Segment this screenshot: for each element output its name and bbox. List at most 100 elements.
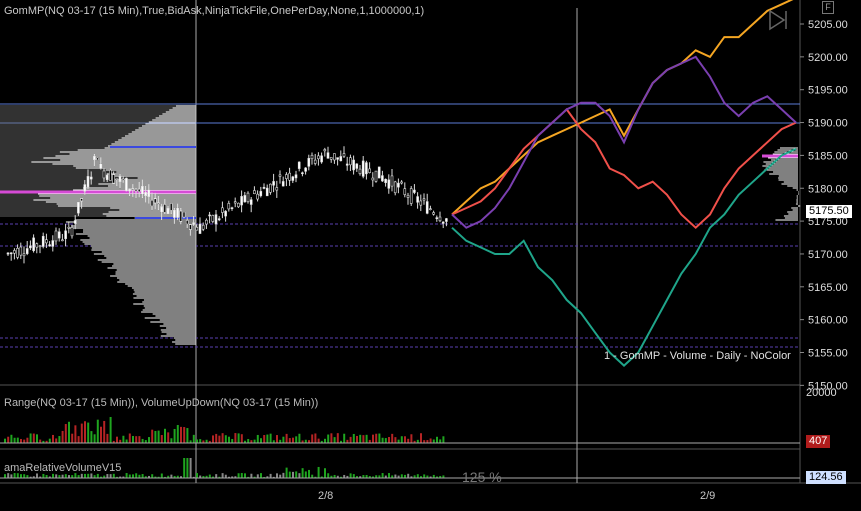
candle-body [35,243,39,248]
candle-body [429,208,432,211]
relvol-bar [189,458,192,478]
play-icon[interactable] [769,9,787,31]
chart-canvas[interactable]: 5205.00 5200.00 5195.00 5190.00 5185.00 5180.… [0,0,861,511]
volume-bar [356,435,358,443]
candle-body [265,187,269,197]
candle-body [281,181,285,187]
candle-body [249,199,253,205]
volume-bar [32,433,35,443]
volume-bar [253,439,256,443]
volume-bar [298,433,301,443]
candle-body [134,189,138,192]
f-button[interactable]: F [822,1,834,14]
candle-body [86,176,90,188]
candle-body [54,230,58,242]
candle-body [169,203,173,211]
candle-body [304,167,307,172]
volume-bar [186,428,189,443]
relvol-bar [55,474,58,478]
candle-body [253,190,256,195]
volume-bar [151,429,154,443]
relvol-bar [215,474,218,478]
volume-bar [343,433,346,443]
candle-body [336,157,339,160]
price-tick-label: 5185.00 [808,150,848,162]
candle-body [320,155,323,163]
volume-bar [13,437,16,443]
indicator-line [451,0,794,216]
candle-body [409,188,413,204]
volume-bar [132,435,134,443]
indicator-lines [451,0,797,367]
relvol-bar [288,471,291,478]
relvol-bar [96,473,99,478]
candle-body [406,194,410,198]
volume-bar [167,432,170,443]
indicator-line [451,55,797,229]
volume-bar [77,436,80,443]
candle-body [422,198,426,201]
relvol-bar [276,473,278,478]
relvol-bar [10,474,13,478]
volume-bar [381,437,384,443]
candle-body [176,207,179,218]
candle-body [416,196,419,203]
candle-body [73,220,77,224]
candle-body [262,186,266,189]
relvol-bar [186,458,189,478]
volume-bar [388,436,390,443]
volume-bar [39,439,42,443]
range-volume-bars [4,416,445,443]
candle-body [425,201,429,214]
relvol-bar [80,473,83,478]
volume-bar [336,433,339,443]
relvol-bar [244,473,246,478]
volume-bar [141,438,144,443]
volume-bar [125,439,128,443]
candle-body [400,181,403,184]
volume-bar [71,433,74,443]
candle-body [118,176,122,182]
indicator-line [451,107,797,230]
candle-body [301,172,304,175]
volume-bar [372,434,374,443]
panel2-axis-tick: 20000 [806,387,837,399]
candle-body [377,166,381,179]
volume-bar [180,426,182,443]
volume-bar [212,435,214,443]
candle-body [352,159,355,171]
candle-body [131,188,135,191]
candle-body [64,230,67,239]
candle-body [297,161,301,169]
price-tick-label: 5170.00 [808,249,848,261]
candle-body [310,154,314,160]
volume-bar [20,438,22,443]
relvol-bar [36,473,38,478]
volume-bar [436,436,438,443]
volume-bar [311,434,314,443]
volume-bar [375,433,378,443]
volume-bar [221,433,224,443]
volume-bar [7,436,10,443]
candle-body [371,177,375,181]
candle-body [182,211,186,218]
relvol-bar [240,473,243,478]
relvol-bar [196,473,198,478]
candle-body [381,175,384,182]
candle-body [217,218,221,221]
candle-body [45,239,48,244]
candle-body [144,192,147,196]
relvol-bar [132,474,134,478]
volume-profile [762,147,801,221]
relvol-bar [128,474,131,478]
relvol-bar [112,473,115,478]
candle-body [115,178,119,181]
volume-bar [196,439,198,443]
candle-body [157,202,160,205]
volume-bar [170,438,173,443]
candle-body [237,202,240,208]
volume-bar [256,434,259,443]
candle-body [22,253,26,257]
volume-bar [410,434,413,443]
relvol-bar [160,473,163,478]
